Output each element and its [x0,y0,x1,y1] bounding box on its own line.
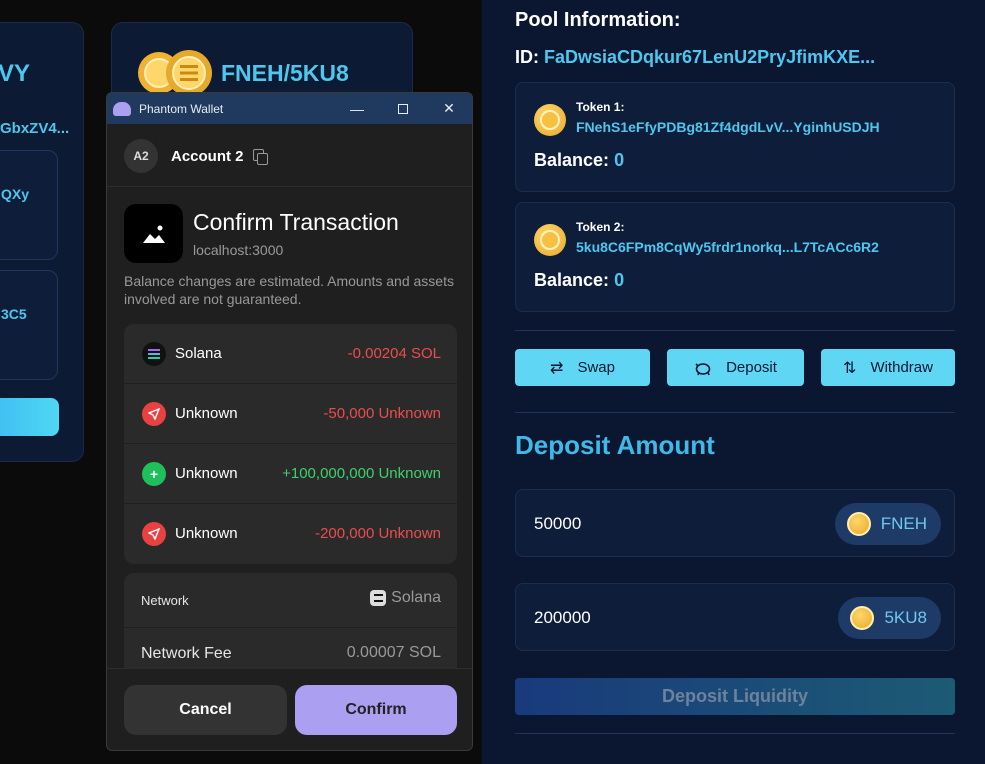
plus-icon: + [142,462,166,486]
amount-input-value[interactable]: 50000 [534,514,581,534]
wallet-footer: Cancel Confirm [107,668,472,750]
close-button[interactable]: ✕ [426,93,472,124]
network-fee-label: Network Fee [141,645,232,662]
token-symbol: 5KU8 [884,608,927,627]
minimize-icon: — [350,100,364,117]
token-coin-icon [846,512,871,536]
background-pool-title: VY [0,60,31,87]
pool-panel: Pool Information: ID: FaDwsiaCDqkur67Len… [482,0,985,764]
network-name: Solana [391,589,441,606]
transaction-details: Network Solana Network Fee 0.00007 SOL [124,573,457,683]
background-token-text: 3C5 [1,306,27,322]
pool-heading: Pool Information: [515,9,681,31]
background-token-card: 3C5 [0,270,58,380]
token-address: 5ku8C6FPm8CqWy5frdr1norkq...L7TcACc6R2 [576,239,879,255]
up-down-arrows-icon: ⇅ [843,359,857,377]
token-symbol: FNEH [880,514,927,533]
swap-arrows-icon: ⇄ [550,359,564,377]
token-card: Token 1: FNehS1eFfyPDBg81Zf4dgdLvV...Ygi… [515,82,955,192]
piggy-bank-icon [695,362,711,375]
list-item: Unknown -50,000 Unknown [124,384,457,444]
send-icon [142,522,166,546]
deposit-liquidity-button[interactable]: Deposit Liquidity [515,678,955,715]
list-item: + Unknown +100,000,000 Unknown [124,444,457,504]
request-origin: localhost:3000 [193,242,284,258]
deposit-amount-field[interactable]: 200000 5KU8 [515,583,955,651]
token-selector[interactable]: FNEH [834,503,941,545]
copy-icon[interactable] [253,149,268,165]
withdraw-label: Withdraw [870,359,933,376]
divider [515,412,955,413]
phantom-ghost-icon [113,101,131,116]
network-fee-value: 0.00007 SOL [346,644,441,661]
token-selector[interactable]: 5KU8 [838,597,941,639]
cancel-button[interactable]: Cancel [124,685,287,735]
background-token-text: QXy [1,186,30,202]
amount-input-value[interactable]: 200000 [534,608,591,628]
confirm-button[interactable]: Confirm [295,685,457,735]
balance-value: 0 [614,150,625,170]
asset-change: -50,000 Unknown [323,405,441,422]
asset-change: -0.00204 SOL [347,345,441,362]
phantom-wallet-window: Phantom Wallet — ✕ A2 Account 2 Confirm … [106,92,473,751]
balance-changes-list: Solana -0.00204 SOL Unknown -50,000 Unkn… [124,324,457,564]
list-item: Solana -0.00204 SOL [124,324,457,384]
deposit-button[interactable]: Deposit [667,349,804,386]
estimate-note: Balance changes are estimated. Amounts a… [124,273,454,307]
withdraw-button[interactable]: ⇅ Withdraw [821,349,955,386]
balance-label: Balance: [534,270,610,290]
account-name: Account 2 [171,148,244,165]
network-row: Network Solana [124,573,457,628]
background-pool-subtitle: GbxZV4... [0,120,70,137]
solana-icon [370,590,387,606]
balance-label: Balance: [534,150,610,170]
token-coin-icon [534,224,566,256]
maximize-icon [398,103,408,114]
asset-name: Unknown [175,405,238,422]
asset-name: Unknown [175,525,238,542]
deposit-amount-field[interactable]: 50000 FNEH [515,489,955,557]
token-address: FNehS1eFfyPDBg81Zf4dgdLvV...YginhUSDJH [576,119,880,135]
confirm-transaction-title: Confirm Transaction [193,209,399,235]
close-icon: ✕ [443,100,455,116]
divider [515,330,955,331]
minimize-button[interactable]: — [334,93,380,124]
site-image-icon [124,204,183,263]
network-value: Solana [370,589,441,607]
asset-name: Solana [175,345,222,362]
divider [515,733,955,734]
solana-icon [142,342,166,366]
token-coin-icon [850,606,875,630]
deposit-label: Deposit [726,359,777,376]
swap-label: Swap [577,359,615,376]
background-token-card: QXy [0,150,58,260]
asset-name: Unknown [175,465,238,482]
token-coin-icon [534,104,566,136]
background-action-button[interactable] [0,398,59,436]
network-label: Network [141,593,189,608]
list-item: Unknown -200,000 Unknown [124,504,457,564]
swap-button[interactable]: ⇄ Swap [515,349,650,386]
pool-id-value: FaDwsiaCDqkur67LenU2PryJfimKXE... [544,47,876,67]
balance-value: 0 [614,270,625,290]
send-icon [142,402,166,426]
token-card: Token 2: 5ku8C6FPm8CqWy5frdr1norkq...L7T… [515,202,955,312]
token-balance: Balance: 0 [534,270,624,291]
window-titlebar[interactable]: Phantom Wallet — ✕ [107,93,472,124]
window-title: Phantom Wallet [139,101,224,116]
account-row: A2 Account 2 [107,124,472,187]
token-label: Token 2: [576,220,625,234]
pair-title: FNEH/5KU8 [221,60,349,86]
deposit-heading: Deposit Amount [515,430,715,460]
token-label: Token 1: [576,100,625,114]
asset-change: +100,000,000 Unknown [282,465,441,482]
maximize-button[interactable] [380,93,426,124]
coin-pair-icon [138,50,212,96]
pool-id-label: ID: [515,47,539,67]
token-balance: Balance: 0 [534,150,624,171]
pool-id: ID: FaDwsiaCDqkur67LenU2PryJfimKXE... [515,47,875,68]
avatar: A2 [124,139,158,173]
asset-change: -200,000 Unknown [315,525,441,542]
